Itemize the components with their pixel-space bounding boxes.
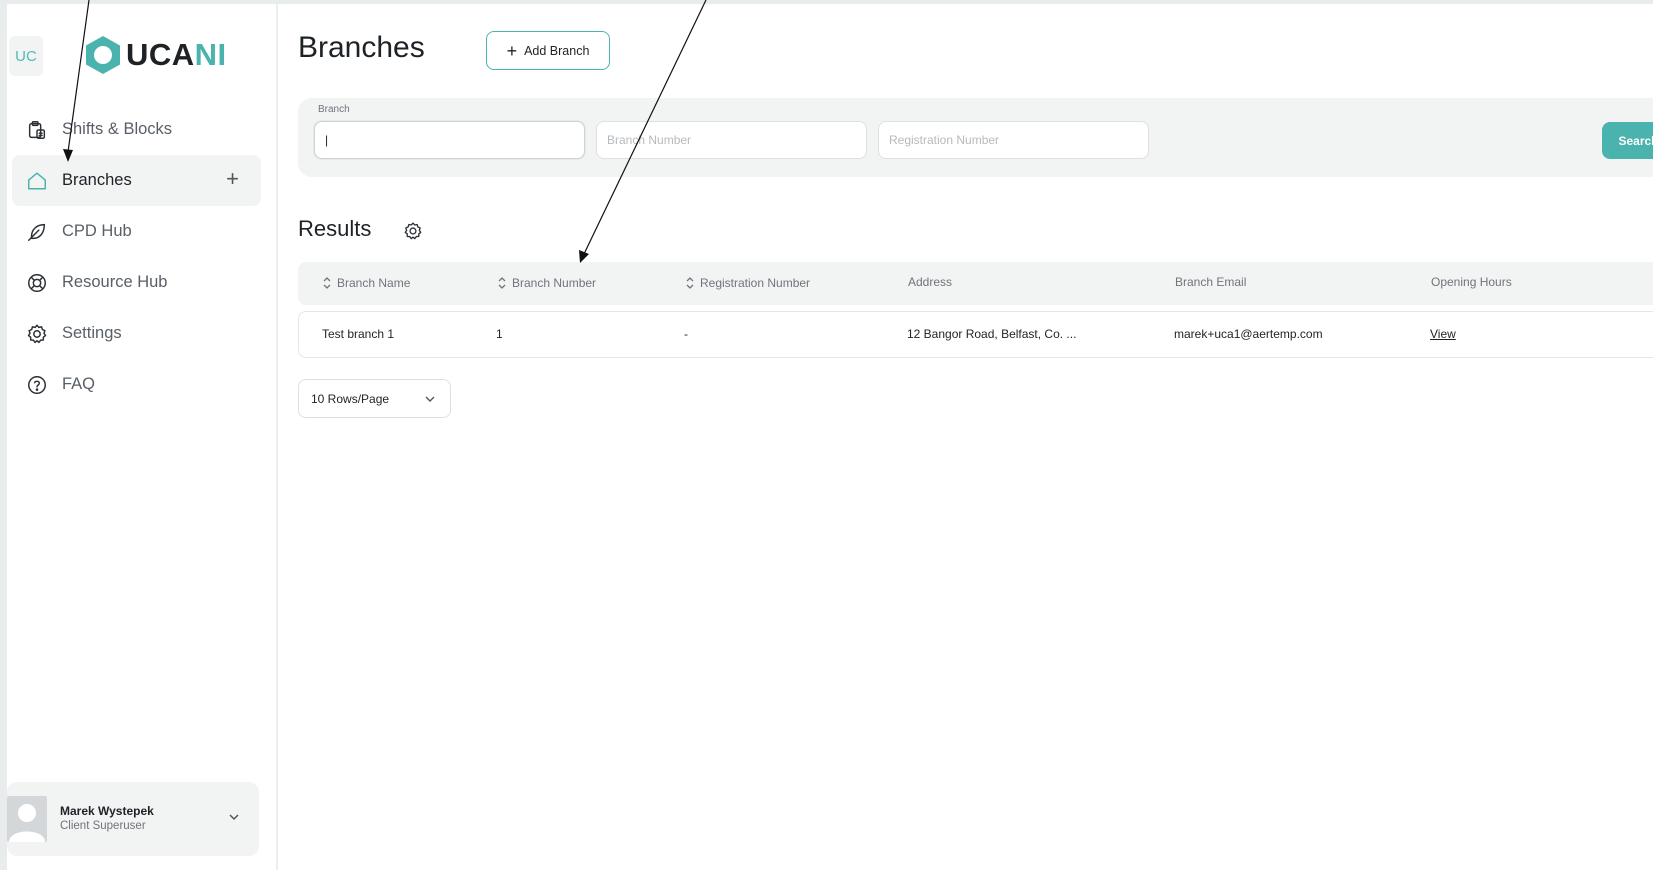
column-header-address: Address — [908, 275, 953, 289]
chevron-down-icon — [425, 396, 435, 402]
sort-icon — [686, 277, 694, 289]
column-header-branch-number[interactable]: Branch Number — [497, 275, 596, 291]
plus-icon: + — [506, 40, 518, 61]
sidebar-item-settings[interactable]: Settings — [12, 308, 261, 359]
opening-hours-view-link[interactable]: View — [1430, 327, 1456, 341]
sidebar-item-resource-hub[interactable]: Resource Hub — [12, 257, 261, 308]
cell-address: 12 Bangor Road, Belfast, Co. ... — [907, 327, 1077, 341]
sidebar-item-label: FAQ — [62, 375, 96, 393]
gear-icon — [26, 323, 48, 345]
sidebar-item-label: CPD Hub — [62, 222, 132, 240]
table-settings-gear-icon[interactable] — [403, 221, 423, 241]
column-header-opening-hours: Opening Hours — [1431, 275, 1512, 289]
sidebar-item-label: Shifts & Blocks — [62, 120, 173, 138]
sidebar-item-label: Resource Hub — [62, 273, 168, 291]
user-placeholder-icon — [9, 804, 45, 842]
column-header-branch-email: Branch Email — [1175, 275, 1247, 289]
registration-number-input[interactable] — [878, 121, 1149, 159]
sort-icon — [323, 277, 331, 289]
sidebar-item-cpd-hub[interactable]: CPD Hub — [12, 206, 261, 257]
user-profile-card[interactable]: Marek Wystepek Client Superuser — [7, 782, 259, 856]
clipboard-icon — [26, 119, 48, 141]
lifebuoy-icon — [26, 272, 48, 294]
filter-panel: Branch Search — [298, 98, 1653, 177]
cell-branch-number: 1 — [496, 327, 503, 341]
org-badge[interactable]: UC — [9, 36, 43, 76]
user-role: Client Superuser — [60, 820, 146, 832]
logo-text: UCANI — [126, 37, 227, 72]
sidebar-item-faq[interactable]: FAQ — [12, 359, 261, 410]
sidebar-item-shifts-blocks[interactable]: Shifts & Blocks — [12, 104, 261, 155]
column-header-branch-name[interactable]: Branch Name — [322, 275, 410, 291]
chevron-down-icon[interactable] — [227, 810, 241, 824]
feather-icon — [26, 221, 48, 243]
branch-number-input[interactable] — [596, 121, 867, 159]
sidebar-nav: Shifts & Blocks Branches + CPD Hub Resou… — [12, 104, 261, 410]
help-circle-icon — [26, 374, 48, 396]
app-frame: UC UCANI Shifts & Blocks Branches + CPD … — [7, 4, 1653, 870]
page-title: Branches — [298, 31, 425, 64]
column-header-registration-number[interactable]: Registration Number — [685, 275, 810, 291]
ucani-logo[interactable]: UCANI — [82, 34, 227, 76]
user-name: Marek Wystepek — [60, 804, 154, 818]
table-header: Branch Name Branch Number Registration N… — [298, 262, 1653, 305]
rows-per-page-value: 10 Rows/Page — [311, 391, 390, 406]
add-branch-plus-icon[interactable]: + — [226, 168, 239, 190]
branch-name-input[interactable] — [314, 121, 585, 159]
search-button[interactable]: Search — [1602, 122, 1653, 159]
add-branch-label: Add Branch — [524, 43, 590, 58]
sidebar: UC UCANI Shifts & Blocks Branches + CPD … — [7, 4, 278, 870]
add-branch-button[interactable]: + Add Branch — [486, 31, 610, 70]
hexagon-logo-icon — [86, 36, 120, 74]
sort-icon — [498, 277, 506, 289]
home-icon — [26, 170, 48, 192]
cell-registration-number: - — [684, 327, 688, 341]
results-title: Results — [298, 216, 372, 241]
sidebar-item-label: Settings — [62, 324, 122, 342]
table-row[interactable]: Test branch 1 1 - 12 Bangor Road, Belfas… — [298, 311, 1653, 358]
rows-per-page-select[interactable]: 10 Rows/Page — [298, 379, 451, 418]
sidebar-item-branches[interactable]: Branches + — [12, 155, 261, 206]
main-content: Branches + Add Branch Branch Search Resu… — [278, 4, 1653, 870]
cell-branch-email: marek+uca1@aertemp.com — [1174, 327, 1323, 341]
avatar — [7, 796, 47, 842]
sidebar-item-label: Branches — [62, 171, 132, 189]
cell-branch-name: Test branch 1 — [322, 327, 395, 341]
branch-filter-label: Branch — [318, 104, 350, 115]
